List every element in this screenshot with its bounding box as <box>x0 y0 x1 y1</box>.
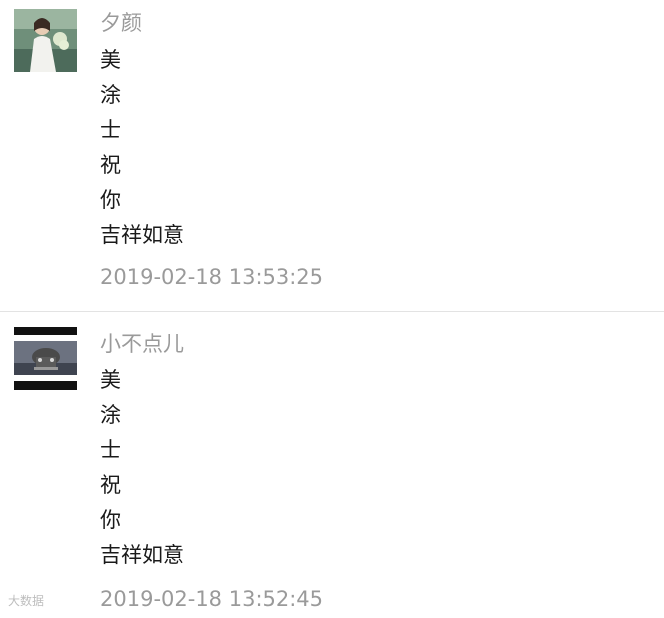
message-line: 你 <box>100 508 121 532</box>
avatar-image <box>14 9 77 72</box>
message-line: 士 <box>100 118 121 142</box>
avatar-image <box>14 327 77 390</box>
message-line: 祝 <box>100 153 121 177</box>
username[interactable]: 夕颜 <box>100 13 142 34</box>
timestamp: 2019-02-18 13:52:45 <box>100 587 324 611</box>
message-line: 士 <box>100 438 121 462</box>
message-line: 吉祥如意 <box>100 543 184 567</box>
timestamp: 2019-02-18 13:53:25 <box>100 265 324 289</box>
message-line: 吉祥如意 <box>100 223 184 247</box>
message-line: 涂 <box>100 83 121 107</box>
watermark: 大数据 <box>8 594 45 608</box>
avatar[interactable] <box>14 327 77 390</box>
message-line: 美 <box>100 48 121 72</box>
comment-item: 小不点儿 美 涂 士 祝 你 吉祥如意 2019-02-18 13:52:45 <box>0 312 664 618</box>
message-line: 你 <box>100 188 121 212</box>
message-line: 祝 <box>100 473 121 497</box>
username[interactable]: 小不点儿 <box>100 334 184 355</box>
message-line: 美 <box>100 368 121 392</box>
message-line: 涂 <box>100 403 121 427</box>
comment-item: 夕颜 美 涂 士 祝 你 吉祥如意 2019-02-18 13:53:25 <box>0 0 664 311</box>
avatar[interactable] <box>14 9 77 72</box>
